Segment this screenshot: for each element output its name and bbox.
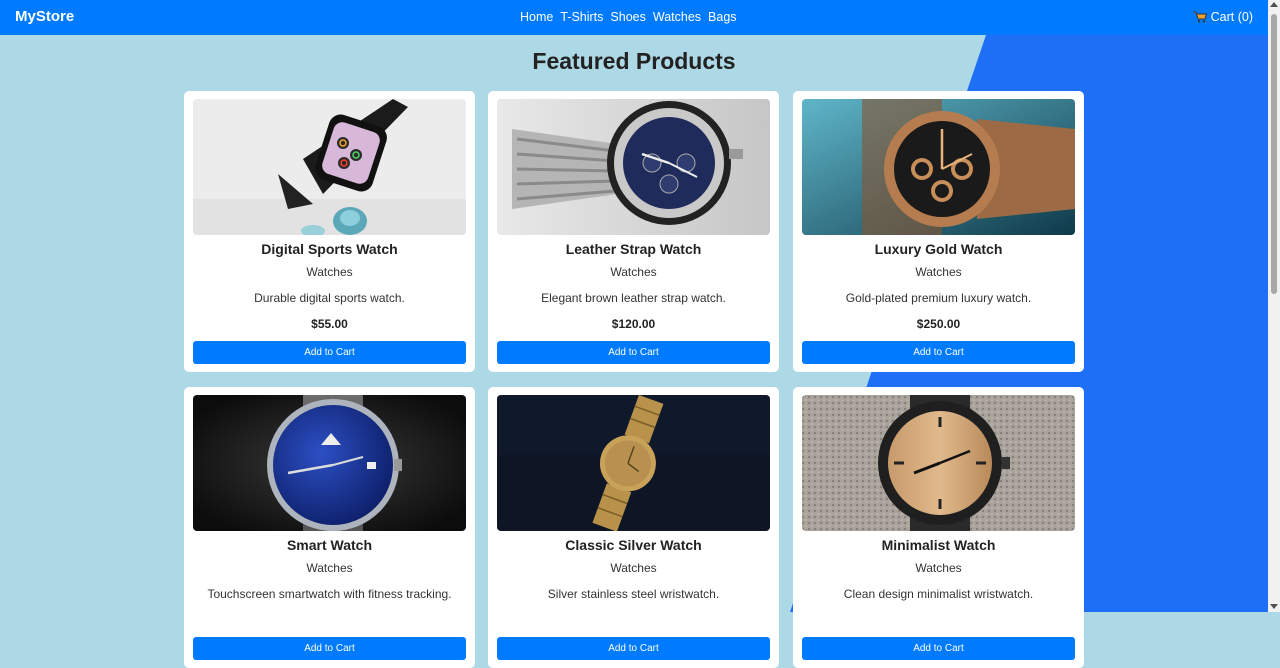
scroll-thumb[interactable] [1271,14,1277,294]
add-to-cart-button[interactable]: Add to Cart [802,341,1075,364]
product-name: Minimalist Watch [881,537,996,553]
product-name: Luxury Gold Watch [874,241,1003,257]
product-description: Silver stainless steel wristwatch. [547,587,720,601]
product-name: Leather Strap Watch [565,241,702,257]
product-description: Touchscreen smartwatch with fitness trac… [207,587,452,601]
product-description: Elegant brown leather strap watch. [541,291,726,305]
add-to-cart-button[interactable]: Add to Cart [193,637,466,660]
product-name: Classic Silver Watch [565,537,702,553]
product-card: Digital Sports Watch Watches Durable dig… [184,91,475,372]
product-card: Leather Strap Watch Watches Elegant brow… [488,91,779,372]
nav-link-bags[interactable]: Bags [708,10,737,24]
product-category: Watches [306,265,353,279]
steel-chronograph-photo-icon[interactable] [497,99,770,235]
product-category: Watches [915,265,962,279]
product-price: $55.00 [311,317,348,331]
page-title: Featured Products [532,48,736,74]
add-to-cart-button[interactable]: Add to Cart [497,341,770,364]
product-name: Digital Sports Watch [261,241,398,257]
product-description: Clean design minimalist wristwatch. [843,587,1034,601]
smartwatch-photo-icon[interactable] [193,99,466,235]
product-card: Minimalist Watch Watches Clean design mi… [793,387,1084,668]
scroll-down-icon[interactable] [1270,604,1278,609]
product-name: Smart Watch [286,537,373,553]
scroll-up-icon[interactable] [1270,2,1278,7]
product-description: Durable digital sports watch. [254,291,405,305]
blue-dial-watch-photo-icon[interactable] [193,395,466,531]
nav-links: Home T-Shirts Shoes Watches Bags [520,10,744,24]
gold-bracelet-watch-photo-icon[interactable] [497,395,770,531]
cart-icon [1192,11,1207,23]
product-category: Watches [610,265,657,279]
product-category: Watches [306,561,353,575]
add-to-cart-button[interactable]: Add to Cart [802,637,1075,660]
vertical-scrollbar[interactable] [1268,0,1280,612]
add-to-cart-button[interactable]: Add to Cart [193,341,466,364]
gold-watch-photo-icon[interactable] [802,99,1075,235]
product-category: Watches [915,561,962,575]
product-card: Luxury Gold Watch Watches Gold-plated pr… [793,91,1084,372]
cart-link[interactable]: Cart (0) [1192,10,1253,24]
product-description: Gold-plated premium luxury watch. [845,291,1032,305]
top-navbar: MyStore Home T-Shirts Shoes Watches Bags… [0,0,1268,35]
product-category: Watches [610,561,657,575]
product-price: $120.00 [611,317,656,331]
brand-logo[interactable]: MyStore [15,8,74,25]
add-to-cart-button[interactable]: Add to Cart [497,637,770,660]
product-price: $250.00 [916,317,961,331]
cart-label: Cart (0) [1210,10,1253,24]
nav-link-tshirts[interactable]: T-Shirts [560,10,603,24]
nav-link-shoes[interactable]: Shoes [610,10,645,24]
product-card: Smart Watch Watches Touchscreen smartwat… [184,387,475,668]
nav-link-home[interactable]: Home [520,10,553,24]
nav-link-watches[interactable]: Watches [653,10,701,24]
product-card: Classic Silver Watch Watches Silver stai… [488,387,779,668]
wooden-dial-watch-photo-icon[interactable] [802,395,1075,531]
